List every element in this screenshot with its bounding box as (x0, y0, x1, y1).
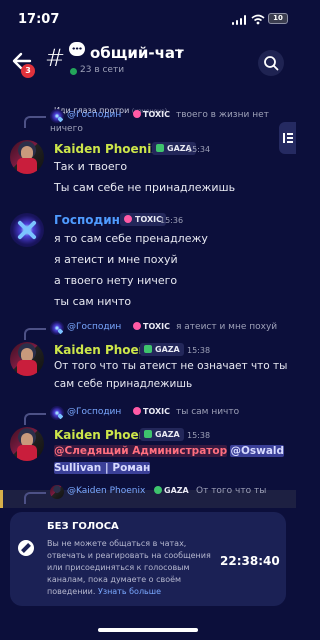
chevron-right-icon[interactable]: › (177, 44, 183, 60)
reply-text: ты сам ничто (176, 407, 240, 417)
timeout-text: Вы не можете общаться в чатах, отвечать … (47, 539, 211, 596)
reply-author: @Господин (67, 110, 122, 120)
message-author[interactable]: Kaiden Phoenix (54, 142, 159, 156)
reply-avatar (50, 485, 64, 499)
message-time: 15:38 (187, 431, 211, 440)
user-mention[interactable]: @Oswald (230, 445, 285, 457)
reply-avatar (50, 109, 64, 123)
channel-name[interactable]: общий-чат (90, 44, 184, 62)
user-tag[interactable]: GAZA (140, 343, 184, 356)
user-mention[interactable]: Sullivan | Роман (54, 462, 151, 474)
hash-icon: # (45, 44, 66, 72)
channel-header: 3 # общий-чат › 23 в сети (0, 36, 296, 88)
gaza-icon (154, 486, 162, 494)
mute-icon (18, 540, 34, 556)
status-bar: 17:07 10 (0, 0, 296, 34)
gaza-icon (144, 430, 152, 438)
message-author[interactable]: Господин (54, 213, 120, 227)
toxic-icon (133, 407, 141, 415)
reply-preview[interactable]: @Господин TOXIC я атеист и мне похуй (24, 320, 284, 340)
avatar[interactable] (10, 427, 44, 461)
message-text: ты сам ничто (54, 295, 132, 308)
signal-icon (232, 15, 246, 25)
online-count: 23 в сети (80, 65, 125, 75)
highlighted-message[interactable]: @Kaiden Phoenix GAZA От того что ты (0, 485, 296, 508)
reply-author: @Господин (67, 322, 122, 332)
message-text: Sullivan | Роман (54, 462, 151, 474)
unread-badge: 3 (21, 64, 35, 78)
reply-tag: TOXIC (133, 110, 170, 119)
gaza-icon (144, 345, 152, 353)
user-tag[interactable]: GAZA (140, 428, 184, 441)
toxic-icon (133, 322, 141, 330)
reply-text: От того что ты (196, 486, 267, 496)
battery-icon: 10 (268, 13, 288, 24)
toxic-icon (124, 215, 132, 223)
message-text: @Следящий Администратор @Oswald (54, 445, 285, 457)
reply-text-wrap: ничего (50, 124, 83, 134)
timeout-title: БЕЗ ГОЛОСА (47, 521, 119, 532)
online-status-dot (70, 68, 77, 75)
reply-author: @Господин (67, 407, 122, 417)
wifi-icon (251, 14, 265, 25)
timeout-timer: 22:38:40 (220, 554, 280, 568)
reply-preview[interactable]: @Господин TOXIC ты сам ничто (24, 405, 284, 425)
gaza-icon (156, 144, 164, 152)
reply-preview[interactable]: @Kaiden Phoenix GAZA От того что ты (24, 484, 284, 504)
avatar[interactable] (10, 213, 44, 247)
thread-icon (69, 42, 85, 56)
status-time: 17:07 (18, 12, 60, 27)
avatar[interactable] (10, 140, 44, 174)
reply-tag: TOXIC (133, 407, 170, 416)
message-text: Ты сам себе не принадлежишь (54, 181, 236, 194)
timeout-notice: БЕЗ ГОЛОСА Вы не можете общаться в чатах… (10, 512, 286, 606)
reply-avatar (50, 321, 64, 335)
message-text: а твоего нету ничего (54, 274, 178, 287)
search-button[interactable] (258, 50, 284, 76)
message-text: Так и твоего (54, 160, 128, 173)
avatar[interactable] (10, 342, 44, 376)
search-icon (264, 56, 279, 71)
reply-tag: GAZA (154, 486, 189, 495)
learn-more-link[interactable]: Узнать больше (98, 587, 161, 596)
message-time: 15:36 (160, 216, 184, 225)
role-mention[interactable]: @Следящий Администратор (54, 445, 228, 457)
toxic-icon (133, 110, 141, 118)
reply-avatar (50, 406, 64, 420)
message-text: сам себе принадлежишь (54, 378, 193, 390)
message-time: 15:34 (187, 145, 211, 154)
reply-text: я атеист и мне похуй (176, 322, 278, 332)
reply-author: @Kaiden Phoenix (67, 486, 146, 496)
message-text: я то сам себе пренадлежу (54, 232, 208, 245)
message-text: я атеист и мне похуй (54, 253, 178, 266)
home-indicator[interactable] (98, 628, 198, 632)
reply-tag: TOXIC (133, 322, 170, 331)
message-text: От того что ты атеист не означает что ты (54, 360, 288, 372)
reply-text: твоего в жизни нет (176, 110, 269, 120)
discord-channel-screen: 17:07 10 3 # общий-чат › 23 в сети Иди г… (0, 0, 296, 640)
message-time: 15:38 (187, 346, 211, 355)
